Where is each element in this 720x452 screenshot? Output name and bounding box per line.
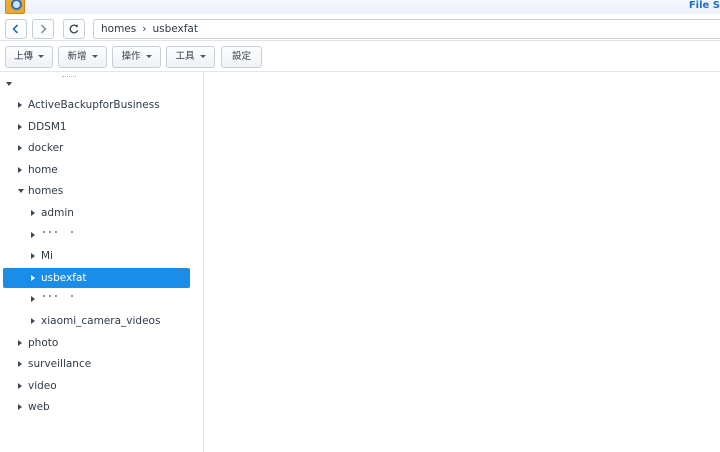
tree-node-label: Mi [41, 250, 53, 263]
caret-down-icon[interactable] [6, 82, 12, 86]
tree-node[interactable]: video [0, 376, 200, 396]
caret-down-icon [199, 55, 206, 58]
caret-right-icon[interactable] [18, 145, 22, 152]
caret-right-icon[interactable] [31, 296, 35, 303]
caret-down-icon [91, 55, 98, 58]
caret-right-icon[interactable] [18, 102, 22, 108]
tree-node-label: admin [41, 207, 74, 219]
tree-node-label: photo [28, 336, 59, 349]
caret-right-icon[interactable] [31, 231, 35, 238]
navbar-divider [0, 40, 720, 41]
tree-node-label: web [28, 401, 50, 414]
action-button[interactable]: 操作 [112, 46, 161, 68]
caret-right-icon[interactable] [31, 274, 35, 281]
caret-right-icon[interactable] [18, 361, 22, 368]
settings-label: 設定 [231, 51, 251, 62]
create-button[interactable]: 新增 [58, 46, 107, 68]
tree-node[interactable] [0, 225, 200, 245]
upload-label: 上傳 [13, 51, 33, 62]
settings-button[interactable]: 設定 [221, 46, 262, 68]
action-label: 操作 [121, 51, 141, 62]
tree-node[interactable]: xiaomi_camera_videos [0, 311, 200, 331]
breadcrumb-separator: › [142, 23, 147, 35]
tree-node[interactable]: web [0, 397, 200, 417]
tree-node[interactable]: ActiveBackupforBusiness [0, 95, 200, 115]
folder-tree: ActiveBackupforBusiness DDSM1 docker home ho… [0, 72, 203, 452]
tree-node[interactable]: homes [0, 181, 200, 201]
toolbar: 上傳 新增 操作 工具 設定 [0, 44, 720, 68]
tree-node[interactable]: DDSM1 [0, 117, 200, 137]
tree-node-label: usbexfat [41, 271, 87, 284]
tree-node[interactable]: docker [0, 138, 200, 158]
caret-down-icon [145, 55, 152, 58]
title-bar: File S [0, 0, 720, 14]
root-node-label [62, 76, 76, 79]
upload-button[interactable]: 上傳 [5, 46, 53, 68]
tree-node[interactable]: Mi [0, 246, 200, 266]
refresh-icon [69, 24, 79, 34]
breadcrumb-homes[interactable]: homes [101, 23, 136, 35]
tree-node[interactable]: home [0, 160, 200, 180]
caret-right-icon[interactable] [18, 404, 22, 411]
tree-node[interactable]: photo [0, 333, 200, 353]
caret-right-icon[interactable] [31, 210, 35, 216]
tree-node-label: DDSM1 [28, 120, 67, 133]
tree-node-label: surveillance [28, 358, 92, 371]
create-label: 新增 [67, 51, 87, 62]
app-title: File S [688, 0, 720, 11]
tree-node-label: ActiveBackupforBusiness [28, 99, 160, 111]
caret-right-icon[interactable] [18, 382, 22, 389]
caret-right-icon[interactable] [18, 123, 22, 130]
path-bar[interactable]: homes › usbexfat [93, 19, 720, 39]
tree-node-label: docker [28, 142, 64, 155]
file-list-area[interactable] [204, 72, 720, 452]
tools-button[interactable]: 工具 [166, 46, 215, 68]
obscured-label [41, 289, 81, 299]
chevron-right-icon [40, 24, 47, 34]
tree-node[interactable]: surveillance [0, 354, 200, 374]
obscured-label [41, 225, 81, 235]
back-button[interactable] [5, 19, 27, 39]
caret-down-icon [38, 55, 44, 58]
tree-node-label: xiaomi_camera_videos [41, 315, 161, 327]
caret-down-icon[interactable] [18, 189, 24, 194]
caret-right-icon[interactable] [31, 318, 35, 324]
tree-node-label: home [28, 163, 58, 176]
tree-node[interactable]: usbexfat [3, 267, 190, 288]
forward-button[interactable] [32, 19, 54, 39]
refresh-button[interactable] [63, 19, 85, 39]
tree-node[interactable]: admin [0, 203, 200, 223]
tree-node-label: video [28, 379, 57, 392]
tree-node-label: homes [28, 185, 64, 198]
chevron-left-icon [12, 24, 19, 34]
tools-label: 工具 [175, 51, 195, 62]
file-station-app-icon [5, 0, 25, 14]
caret-right-icon[interactable] [18, 339, 22, 346]
tree-node[interactable] [0, 289, 200, 309]
breadcrumb-usbexfat[interactable]: usbexfat [152, 23, 198, 35]
caret-right-icon[interactable] [31, 253, 35, 260]
caret-right-icon[interactable] [18, 166, 22, 173]
